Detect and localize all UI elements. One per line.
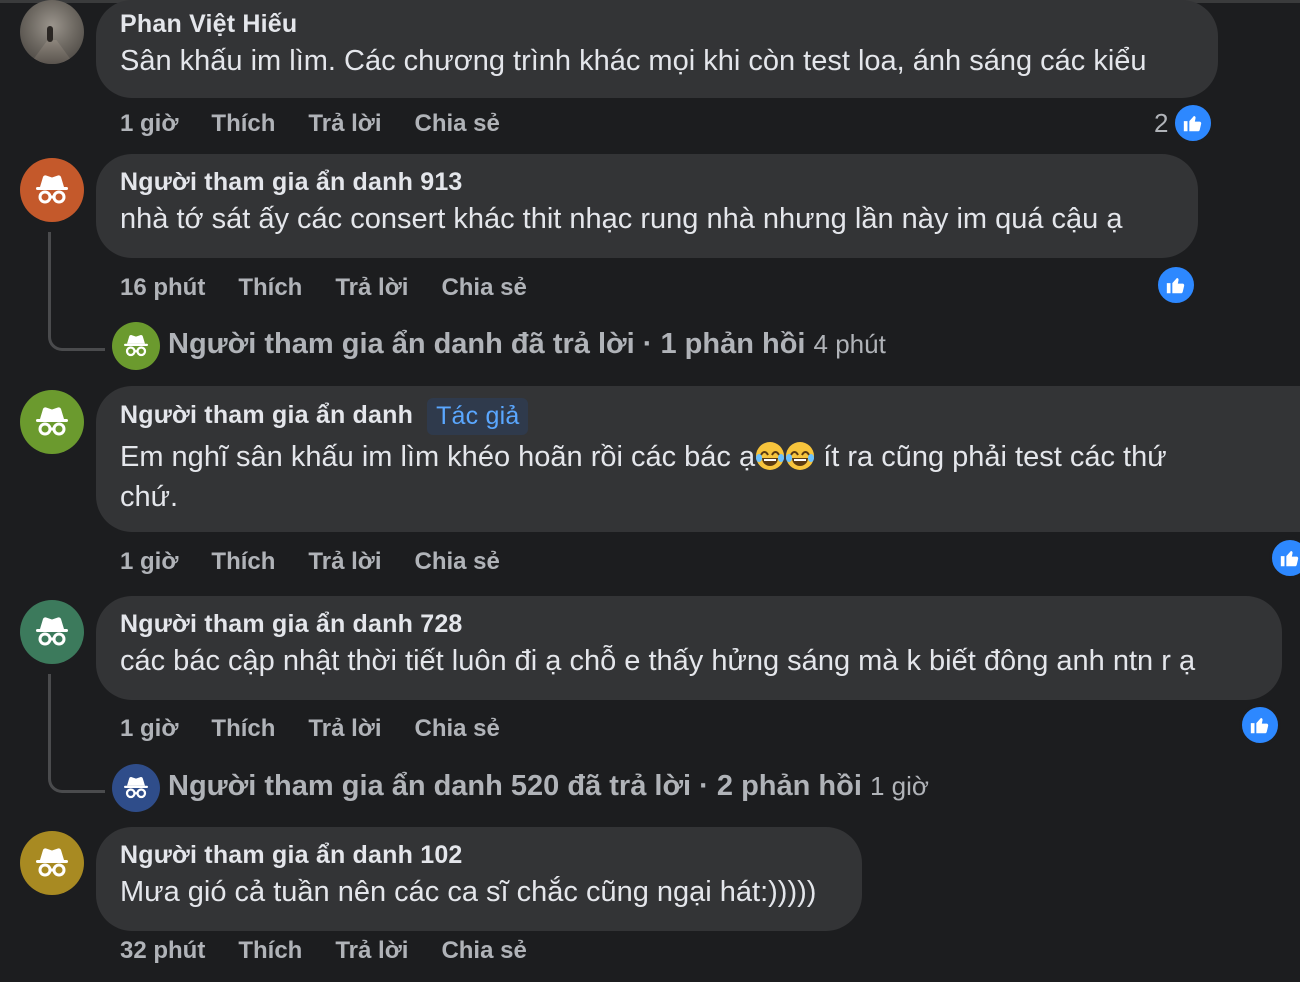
separator: · [691, 770, 717, 802]
thumbs-up-icon[interactable] [1172, 102, 1214, 144]
comment-text-part: ít ra cũng phải test các thứ [823, 441, 1167, 473]
like-button[interactable]: Thích [211, 715, 275, 743]
share-button[interactable]: Chia sẻ [415, 715, 500, 743]
reply-time: 1 giờ [869, 771, 929, 801]
comment-bubble: Người tham gia ẩn danh Tác giả Em nghĩ sâ… [96, 386, 1300, 532]
comment-actions: 32 phút Thích Trả lời Chia sẻ [120, 937, 560, 965]
author-badge: Tác giả [427, 398, 529, 435]
avatar[interactable] [112, 322, 160, 370]
comment-actions: 1 giờ Thích Trả lời Chia sẻ [120, 715, 533, 743]
thumbs-up-icon[interactable] [1269, 537, 1300, 579]
timestamp-link[interactable]: 1 giờ [120, 110, 178, 138]
share-button[interactable]: Chia sẻ [415, 548, 500, 576]
view-replies-link[interactable]: Người tham gia ẩn danh đã trả lời · 1 ph… [168, 328, 886, 361]
comment-author[interactable]: Người tham gia ẩn danh 102 [120, 841, 838, 870]
comment-text: Em nghĩ sân khấu im lìm khéo hoãn rồi cá… [120, 437, 1276, 517]
comment-bubble: Người tham gia ẩn danh 913 nhà tớ sát ấy… [96, 154, 1198, 258]
like-button[interactable]: Thích [238, 937, 302, 965]
reply-connector [48, 674, 105, 793]
reply-button[interactable]: Trả lời [335, 937, 408, 965]
separator: · [634, 328, 661, 360]
comment-text: Mưa gió cả tuần nên các ca sĩ chắc cũng … [120, 876, 817, 908]
reply-time: 4 phút [813, 329, 886, 359]
incognito-icon [36, 617, 68, 646]
incognito-icon [36, 175, 68, 204]
comment-actions: 1 giờ Thích Trả lời Chia sẻ [120, 548, 533, 576]
timestamp-link[interactable]: 16 phút [120, 274, 205, 302]
laughing-emoji-icon [756, 442, 785, 470]
reply-summary: Người tham gia ẩn danh 520 đã trả lời [168, 770, 692, 802]
avatar[interactable] [20, 390, 84, 454]
comment-text: Sân khấu im lìm. Các chương trình khác m… [120, 45, 1147, 77]
thumbs-up-icon[interactable] [1239, 704, 1281, 746]
reply-button[interactable]: Trả lời [308, 548, 381, 576]
share-button[interactable]: Chia sẻ [415, 110, 500, 138]
comment-author[interactable]: Người tham gia ẩn danh 728 [120, 610, 1258, 639]
reply-count: 2 phản hồi [716, 770, 862, 802]
view-replies-link[interactable]: Người tham gia ẩn danh 520 đã trả lời · … [168, 770, 929, 803]
comment-author[interactable]: Phan Việt Hiếu [120, 10, 1194, 39]
timestamp-link[interactable]: 1 giờ [120, 548, 178, 576]
avatar[interactable] [20, 831, 84, 895]
incognito-icon [124, 777, 148, 799]
comment-bubble: Người tham gia ẩn danh 728 các bác cập n… [96, 596, 1282, 700]
comment-text-part: Em nghĩ sân khấu im lìm khéo hoãn rồi cá… [120, 441, 756, 473]
incognito-icon [36, 407, 68, 436]
reply-button[interactable]: Trả lời [308, 110, 381, 138]
avatar[interactable] [20, 158, 84, 222]
like-button[interactable]: Thích [211, 110, 275, 138]
share-button[interactable]: Chia sẻ [441, 274, 526, 302]
timestamp-link[interactable]: 1 giờ [120, 715, 178, 743]
avatar[interactable] [112, 764, 160, 812]
comment-text: các bác cập nhật thời tiết luôn đi ạ chỗ… [120, 645, 1196, 677]
reply-summary: Người tham gia ẩn danh đã trả lời [168, 328, 635, 360]
author-row: Người tham gia ẩn danh Tác giả [120, 398, 1276, 435]
avatar[interactable] [20, 0, 84, 64]
comment-actions: 1 giờ Thích Trả lời Chia sẻ [120, 110, 533, 138]
laughing-emoji-icon [786, 442, 815, 470]
thumbs-up-icon[interactable] [1155, 264, 1197, 306]
comment-text-part: chứ. [120, 481, 179, 513]
incognito-icon [36, 848, 68, 877]
reply-button[interactable]: Trả lời [308, 715, 381, 743]
like-button[interactable]: Thích [211, 548, 275, 576]
like-button[interactable]: Thích [238, 274, 302, 302]
comment-author[interactable]: Người tham gia ẩn danh 913 [120, 168, 1174, 197]
comment-author[interactable]: Người tham gia ẩn danh [120, 401, 413, 429]
incognito-icon [124, 335, 148, 357]
comment-text: nhà tớ sát ấy các consert khác thit nhạc… [120, 203, 1123, 235]
share-button[interactable]: Chia sẻ [441, 937, 526, 965]
comment-bubble: Phan Việt Hiếu Sân khấu im lìm. Các chươ… [96, 0, 1218, 98]
comment-bubble: Người tham gia ẩn danh 102 Mưa gió cả tu… [96, 827, 862, 931]
comment-actions: 16 phút Thích Trả lời Chia sẻ [120, 274, 560, 302]
timestamp-link[interactable]: 32 phút [120, 937, 205, 965]
reply-count: 1 phản hồi [660, 328, 806, 360]
reply-connector [48, 232, 105, 351]
reaction-count[interactable]: 2 [1154, 108, 1168, 139]
avatar[interactable] [20, 600, 84, 664]
reply-button[interactable]: Trả lời [335, 274, 408, 302]
